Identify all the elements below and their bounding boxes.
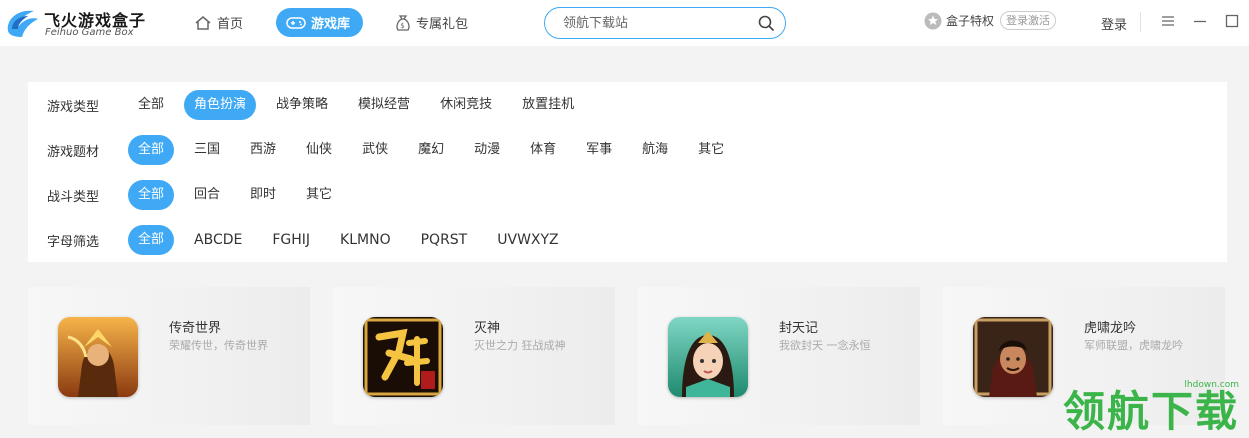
privilege-label[interactable]: 盒子特权 (946, 12, 994, 29)
game-name[interactable]: 封天记 (779, 317, 818, 336)
filter-option[interactable]: UVWXYZ (487, 225, 568, 255)
privilege-area: 盒子特权 登录激活 (924, 11, 1057, 30)
gamepad-icon (286, 16, 306, 29)
filter-option[interactable]: 其它 (688, 135, 734, 165)
filter-option[interactable]: 回合 (184, 180, 230, 210)
filter-option[interactable]: 休闲竞技 (430, 90, 502, 120)
filter-option[interactable]: 仙侠 (296, 135, 342, 165)
search-input[interactable] (563, 14, 753, 32)
filter-option-selected[interactable]: 全部 (128, 180, 175, 210)
game-name[interactable]: 虎啸龙吟 (1084, 317, 1136, 336)
filter-option[interactable]: KLMNO (330, 225, 401, 255)
filter-label: 战斗类型 (47, 190, 100, 205)
search-box[interactable] (544, 7, 786, 39)
game-icon[interactable] (973, 317, 1053, 397)
site-watermark: lhdown.com 领航下载 (1063, 380, 1239, 434)
filter-option[interactable]: 三国 (184, 135, 230, 165)
filter-option-selected[interactable]: 角色扮演 (184, 90, 257, 120)
game-icon[interactable] (58, 317, 138, 397)
filter-option-selected[interactable]: 全部 (128, 135, 175, 165)
filter-row-letter: 字母筛选 全部 ABCDE FGHIJ KLMNO PQRST UVWXYZ (28, 223, 1227, 257)
money-bag-icon: $ (396, 14, 410, 31)
filter-label: 游戏类型 (47, 100, 100, 115)
nav-home-label: 首页 (217, 17, 244, 32)
nav-gifts-label: 专属礼包 (416, 17, 469, 32)
filter-option[interactable]: FGHIJ (262, 225, 320, 255)
filter-option[interactable]: 放置挂机 (512, 90, 584, 120)
filter-option[interactable]: 战争策略 (266, 90, 338, 120)
filter-option[interactable]: 即时 (240, 180, 286, 210)
filter-option[interactable]: 动漫 (464, 135, 510, 165)
menu-icon[interactable] (1160, 13, 1176, 29)
game-icon[interactable] (668, 317, 748, 397)
maximize-icon[interactable] (1224, 13, 1240, 29)
filter-row-combat: 战斗类型 全部 回合 即时 其它 (28, 178, 1227, 212)
filter-label: 字母筛选 (47, 235, 100, 250)
filter-panel: 游戏类型 全部 角色扮演 战争策略 模拟经营 休闲竞技 放置挂机 游戏题材 全部… (28, 82, 1227, 262)
game-desc: 军师联盟，虎啸龙吟 (1084, 339, 1183, 352)
watermark-text: 领航下载 (1062, 387, 1239, 436)
app-logo[interactable]: 飞火游戏盒子 Feihuo Game Box (4, 3, 154, 43)
divider (1140, 12, 1141, 32)
filter-option[interactable]: ABCDE (184, 225, 252, 255)
filter-option[interactable]: 模拟经营 (348, 90, 420, 120)
login-link[interactable]: 登录 (1101, 14, 1127, 33)
game-card[interactable]: 灭神 灭世之力 狂战成神 (333, 287, 615, 425)
filter-row-theme: 游戏题材 全部 三国 西游 仙侠 武侠 魔幻 动漫 体育 军事 航海 其它 (28, 133, 1227, 167)
filter-option[interactable]: 魔幻 (408, 135, 454, 165)
svg-text:$: $ (400, 22, 404, 30)
filter-option-selected[interactable]: 全部 (128, 225, 175, 255)
game-name[interactable]: 灭神 (474, 317, 500, 336)
game-icon[interactable] (363, 317, 443, 397)
game-desc: 荣耀传世，传奇世界 (169, 339, 268, 352)
filter-option[interactable]: 体育 (520, 135, 566, 165)
logo-icon (7, 10, 38, 37)
game-card[interactable]: 封天记 我欲封天 一念永恒 (638, 287, 920, 425)
filter-row-type: 游戏类型 全部 角色扮演 战争策略 模拟经营 休闲竞技 放置挂机 (28, 88, 1227, 122)
title-bar: 飞火游戏盒子 Feihuo Game Box 首页 游戏库 $ 专属礼包 盒子特… (0, 0, 1249, 46)
filter-label: 游戏题材 (47, 145, 100, 160)
filter-option[interactable]: 西游 (240, 135, 286, 165)
filter-option[interactable]: 军事 (576, 135, 622, 165)
nav-games-label: 游戏库 (311, 17, 351, 32)
star-badge-icon (924, 12, 942, 29)
app-subtitle: Feihuo Game Box (45, 27, 134, 38)
nav-games[interactable]: 游戏库 (276, 8, 363, 37)
filter-option[interactable]: 全部 (128, 90, 174, 120)
game-desc: 灭世之力 狂战成神 (474, 339, 566, 352)
filter-option[interactable]: PQRST (411, 225, 478, 255)
search-icon[interactable] (758, 15, 775, 32)
filter-option[interactable]: 武侠 (352, 135, 398, 165)
activate-badge[interactable]: 登录激活 (1000, 11, 1057, 30)
filter-option[interactable]: 航海 (632, 135, 678, 165)
game-name[interactable]: 传奇世界 (169, 317, 221, 336)
minimize-icon[interactable] (1192, 13, 1208, 29)
game-desc: 我欲封天 一念永恒 (779, 339, 871, 352)
nav-gifts[interactable]: $ 专属礼包 (395, 8, 468, 37)
home-icon (195, 15, 211, 30)
filter-option[interactable]: 其它 (296, 180, 342, 210)
game-card[interactable]: 传奇世界 荣耀传世，传奇世界 (28, 287, 310, 425)
nav-home[interactable]: 首页 (194, 8, 243, 37)
